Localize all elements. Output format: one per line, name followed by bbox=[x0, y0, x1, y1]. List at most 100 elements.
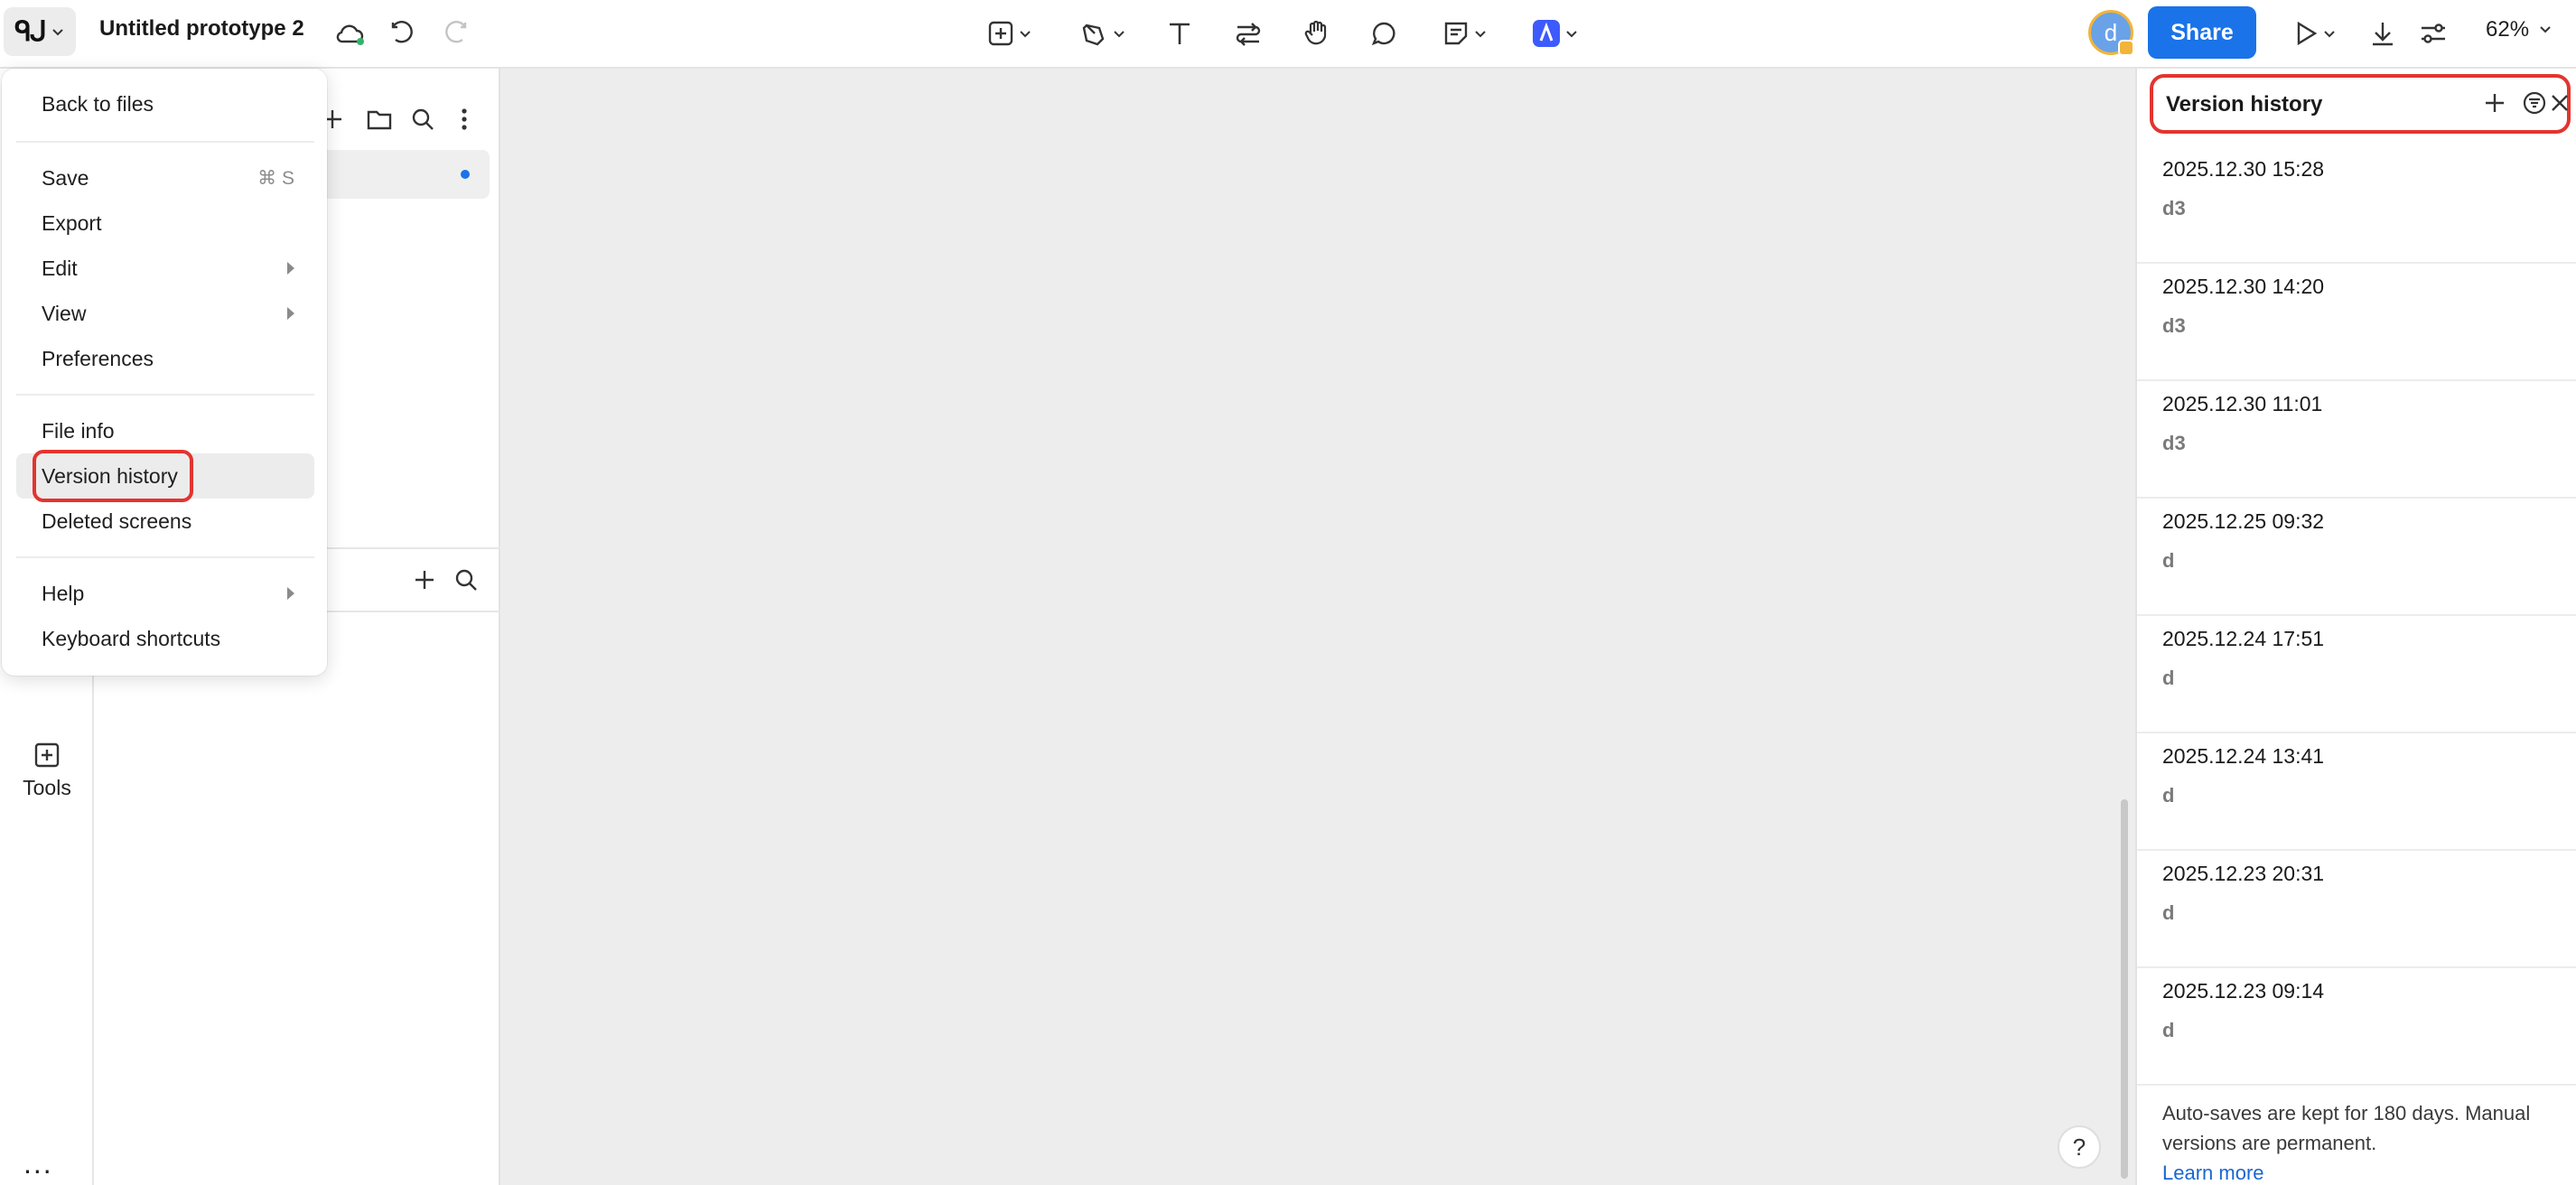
main-menu-dropdown: Back to files Save ⌘ S Export Edit View … bbox=[2, 69, 327, 676]
version-timestamp: 2025.12.24 13:41 bbox=[2162, 744, 2325, 768]
version-entry[interactable]: 2025.12.24 17:51 d bbox=[2137, 616, 2576, 733]
more-options-icon[interactable]: ... bbox=[23, 1147, 53, 1180]
undo-icon[interactable] bbox=[381, 12, 425, 55]
search-icon[interactable] bbox=[405, 101, 441, 137]
chevron-down-icon bbox=[1114, 31, 1125, 38]
menu-item-label: Export bbox=[42, 211, 102, 235]
version-author: d3 bbox=[2162, 314, 2186, 337]
version-author: d bbox=[2162, 1019, 2175, 1041]
version-entry[interactable]: 2025.12.24 13:41 d bbox=[2137, 733, 2576, 851]
tools-rail-item[interactable]: Tools bbox=[0, 742, 94, 800]
download-icon[interactable] bbox=[2361, 12, 2404, 55]
chevron-down-icon bbox=[1020, 31, 1031, 38]
pen-tool-icon[interactable] bbox=[1071, 12, 1136, 55]
ai-assistant-icon[interactable] bbox=[1523, 12, 1588, 55]
main-menu-button[interactable]: ᑫᒍ bbox=[4, 7, 76, 56]
version-timestamp: 2025.12.30 14:20 bbox=[2162, 275, 2325, 298]
version-author: d bbox=[2162, 549, 2175, 572]
top-toolbar: ᑫᒍ Untitled prototype 2 d Share 62% bbox=[0, 0, 2576, 69]
design-canvas[interactable] bbox=[500, 69, 2135, 1185]
chevron-down-icon[interactable] bbox=[2538, 22, 2553, 36]
insert-frame-icon[interactable] bbox=[977, 12, 1042, 55]
version-timestamp: 2025.12.30 11:01 bbox=[2162, 392, 2323, 415]
version-entry[interactable]: 2025.12.30 14:20 d3 bbox=[2137, 264, 2576, 381]
version-author: d3 bbox=[2162, 197, 2186, 219]
menu-divider bbox=[16, 556, 314, 558]
menu-item-export[interactable]: Export bbox=[16, 201, 314, 246]
panel-title: Version history bbox=[2166, 92, 2323, 117]
hand-tool-icon[interactable] bbox=[1295, 12, 1339, 55]
tools-label: Tools bbox=[23, 776, 71, 799]
menu-item-preferences[interactable]: Preferences bbox=[16, 336, 314, 381]
menu-item-label: Deleted screens bbox=[42, 509, 192, 533]
menu-item-label: Help bbox=[42, 582, 85, 605]
play-prototype-icon[interactable] bbox=[2282, 12, 2347, 55]
submenu-arrow-icon bbox=[287, 587, 294, 600]
version-author: d bbox=[2162, 784, 2175, 807]
menu-item-help[interactable]: Help bbox=[16, 571, 314, 616]
menu-divider bbox=[16, 141, 314, 143]
version-entry[interactable]: 2025.12.30 11:01 d3 bbox=[2137, 381, 2576, 499]
menu-item-label: Save bbox=[42, 166, 89, 190]
layer-search-icon[interactable] bbox=[448, 562, 484, 598]
menu-item-back-to-files[interactable]: Back to files bbox=[16, 81, 314, 126]
submenu-arrow-icon bbox=[287, 307, 294, 320]
keyboard-shortcut: ⌘ S bbox=[257, 168, 294, 189]
retention-note: Auto-saves are kept for 180 days. Manual… bbox=[2162, 1098, 2560, 1185]
connector-tool-icon[interactable] bbox=[1227, 12, 1270, 55]
menu-item-label: Version history bbox=[42, 464, 178, 488]
version-timestamp: 2025.12.23 20:31 bbox=[2162, 862, 2325, 885]
unsaved-indicator-icon bbox=[461, 170, 470, 179]
close-icon[interactable] bbox=[2545, 89, 2574, 117]
version-timestamp: 2025.12.25 09:32 bbox=[2162, 509, 2325, 533]
redo-icon[interactable] bbox=[434, 12, 477, 55]
sticky-note-icon[interactable] bbox=[1433, 12, 1498, 55]
user-avatar[interactable]: d bbox=[2088, 10, 2134, 56]
menu-item-label: Keyboard shortcuts bbox=[42, 627, 221, 650]
avatar-badge bbox=[2118, 40, 2134, 56]
version-list: 2025.12.30 15:28 d3 2025.12.30 14:20 d3 … bbox=[2137, 146, 2576, 1086]
text-tool-icon[interactable] bbox=[1158, 12, 1201, 55]
learn-more-link[interactable]: Learn more bbox=[2162, 1162, 2264, 1184]
settings-sliders-icon[interactable] bbox=[2412, 12, 2455, 55]
add-layer-icon[interactable] bbox=[406, 562, 443, 598]
menu-item-edit[interactable]: Edit bbox=[16, 246, 314, 291]
chevron-down-icon bbox=[1566, 31, 1577, 38]
menu-item-label: File info bbox=[42, 419, 115, 443]
retention-text: Auto-saves are kept for 180 days. Manual… bbox=[2162, 1102, 2531, 1154]
folder-icon[interactable] bbox=[361, 101, 397, 137]
canvas-scrollbar[interactable] bbox=[2121, 799, 2128, 1179]
zoom-level[interactable]: 62% bbox=[2486, 17, 2529, 42]
cloud-sync-icon[interactable] bbox=[329, 12, 372, 55]
version-author: d bbox=[2162, 901, 2175, 924]
avatar-initial: d bbox=[2104, 18, 2118, 46]
kebab-menu-icon[interactable] bbox=[446, 101, 482, 137]
share-button[interactable]: Share bbox=[2148, 6, 2256, 59]
version-entry[interactable]: 2025.12.30 15:28 d3 bbox=[2137, 146, 2576, 264]
menu-item-deleted-screens[interactable]: Deleted screens bbox=[16, 499, 314, 544]
app-logo-icon: ᑫᒍ bbox=[14, 16, 47, 47]
chevron-down-icon bbox=[52, 29, 63, 36]
document-title[interactable]: Untitled prototype 2 bbox=[99, 16, 304, 42]
version-entry[interactable]: 2025.12.23 09:14 d bbox=[2137, 968, 2576, 1086]
version-author: d3 bbox=[2162, 432, 2186, 454]
menu-item-keyboard-shortcuts[interactable]: Keyboard shortcuts bbox=[16, 616, 314, 661]
menu-item-label: Preferences bbox=[42, 347, 154, 370]
submenu-arrow-icon bbox=[287, 262, 294, 275]
version-entry[interactable]: 2025.12.23 20:31 d bbox=[2137, 851, 2576, 968]
chevron-down-icon bbox=[2324, 31, 2335, 38]
menu-item-file-info[interactable]: File info bbox=[16, 408, 314, 453]
chevron-down-icon bbox=[1475, 31, 1486, 38]
version-timestamp: 2025.12.30 15:28 bbox=[2162, 157, 2325, 181]
help-button[interactable]: ? bbox=[2058, 1125, 2101, 1169]
version-entry[interactable]: 2025.12.25 09:32 d bbox=[2137, 499, 2576, 616]
menu-item-label: Back to files bbox=[42, 92, 154, 116]
menu-item-version-history[interactable]: Version history bbox=[16, 450, 314, 502]
version-history-panel: Version history 2025.12.30 15:28 d3 2025… bbox=[2135, 69, 2576, 1185]
menu-item-save[interactable]: Save ⌘ S bbox=[16, 155, 314, 201]
add-version-icon[interactable] bbox=[2480, 89, 2509, 117]
menu-item-view[interactable]: View bbox=[16, 291, 314, 336]
version-author: d bbox=[2162, 667, 2175, 689]
menu-item-label: Edit bbox=[42, 257, 78, 280]
comment-tool-icon[interactable] bbox=[1362, 12, 1405, 55]
